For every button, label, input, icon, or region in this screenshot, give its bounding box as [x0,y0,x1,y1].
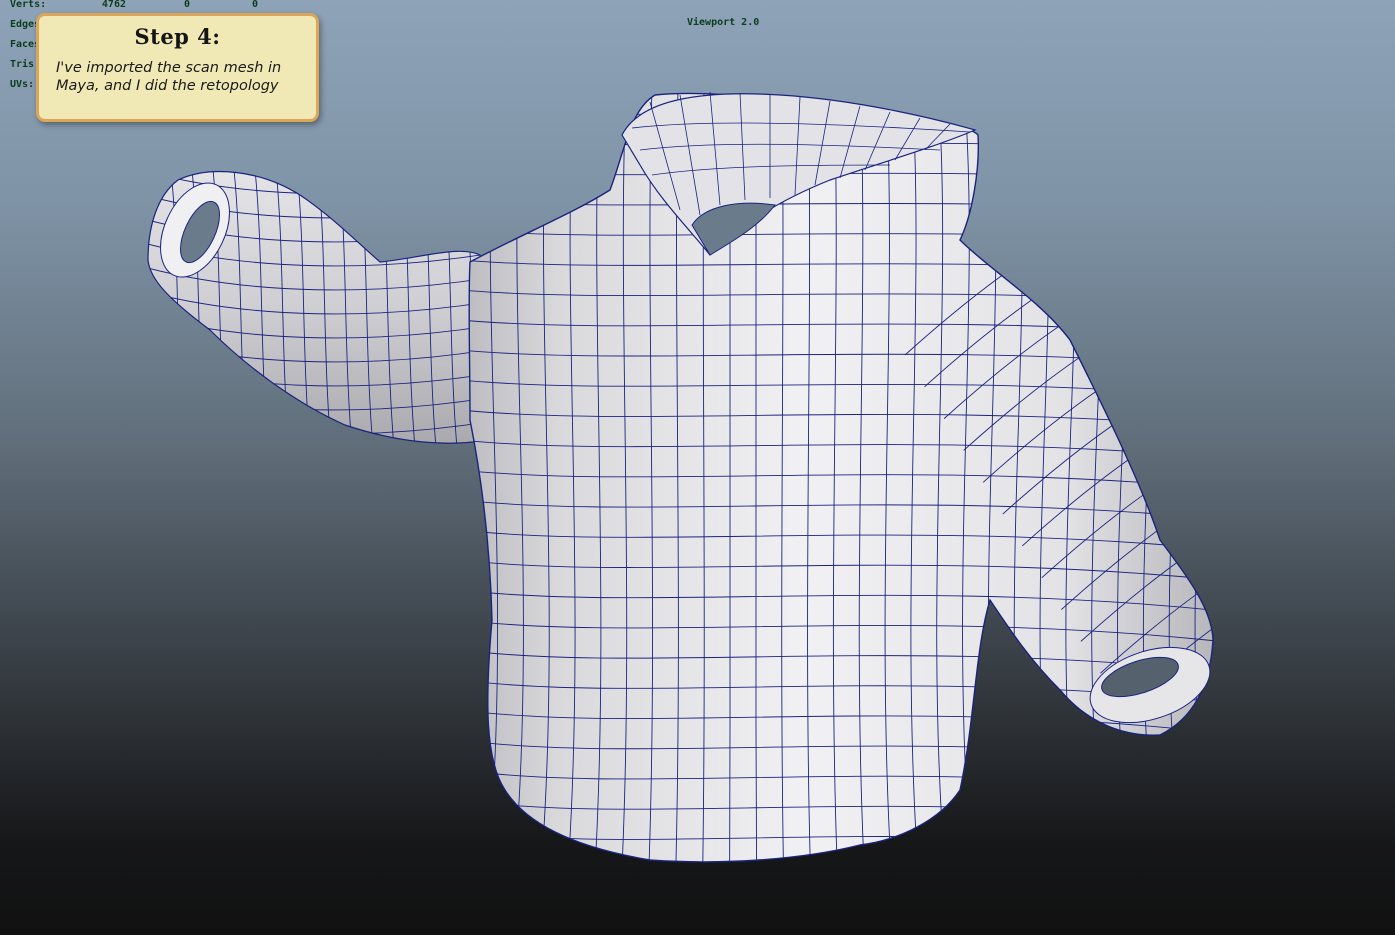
mesh-edge-horizontal [469,859,1214,862]
renderer-label: Viewport 2.0 [687,17,760,28]
viewport-3d[interactable]: Verts: 4762 0 0 Edges: Faces: Tris: UVs:… [0,0,1395,935]
left-sleeve [147,171,490,444]
callout-line: Maya, and I did the retopology [56,78,279,94]
mesh-edge-vertical [1142,93,1163,862]
torso [468,90,1243,880]
retopology-mesh[interactable] [0,0,1395,935]
step-callout: Step 4: I've imported the scan mesh in M… [36,13,319,122]
mesh-edge-vertical [1194,93,1214,862]
mesh-edge-vertical [1221,90,1243,880]
mesh-edge-vertical [469,93,473,862]
hud-label: UVs: [10,79,35,90]
mesh-edge-vertical [1168,93,1190,862]
callout-title: Step 4: [134,24,221,49]
callout-line: I've imported the scan mesh in [56,60,282,76]
callout-body: I've imported the scan mesh in Maya, and… [56,59,306,95]
